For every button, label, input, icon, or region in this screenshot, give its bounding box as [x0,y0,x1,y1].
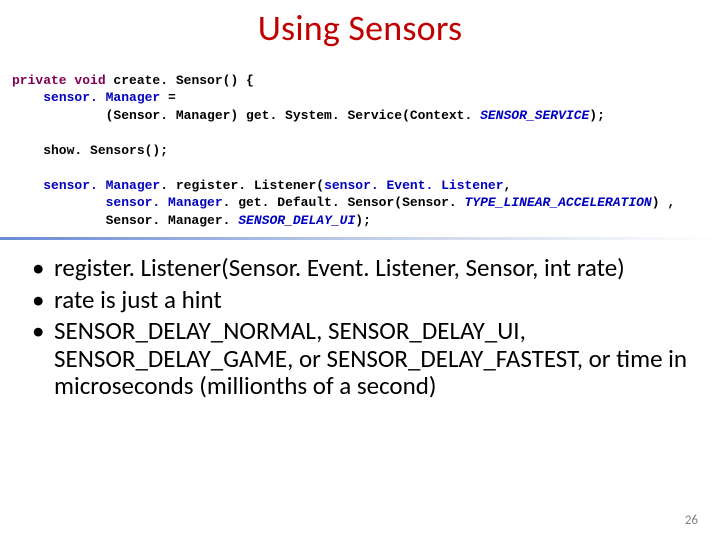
field-ref: sensor. Manager [43,90,160,105]
bullet-text: SENSOR_DELAY_NORMAL, SENSOR_DELAY_UI, SE… [54,317,702,400]
slide-title: Using Sensors [0,6,720,50]
slide: Using Sensors private void create. Senso… [0,6,720,540]
code-line-3: (Sensor. Manager) get. System. Service(C… [12,108,605,123]
code-text: Sensor. Manager. [12,213,238,228]
bullet-item: • register. Listener(Sensor. Event. List… [58,254,702,282]
code-text [12,178,43,193]
code-text: (Sensor. Manager) get. System. Service(C… [12,108,480,123]
keyword: private void [12,73,106,88]
bullet-dot-icon: • [32,317,54,400]
bullet-text: register. Listener(Sensor. Event. Listen… [54,254,702,282]
code-text: create. Sensor() { [106,73,254,88]
code-block: private void create. Sensor() { sensor. … [0,52,720,235]
code-line-5: show. Sensors(); [12,143,168,158]
code-text: , [504,178,512,193]
bullet-item: • rate is just a hint [58,286,702,314]
code-text [12,90,43,105]
code-line-1: private void create. Sensor() { [12,73,254,88]
code-text: . register. Listener( [160,178,324,193]
code-text: ); [355,213,371,228]
code-text: = [160,90,176,105]
bullet-dot-icon: • [32,254,54,282]
field-ref: sensor. Manager [43,178,160,193]
field-ref: sensor. Manager [106,195,223,210]
code-line-2: sensor. Manager = [12,90,176,105]
page-number: 26 [685,513,698,528]
divider [0,237,720,240]
bullet-text: rate is just a hint [54,286,702,314]
code-text: show. Sensors(); [12,143,168,158]
code-text [12,195,106,210]
code-line-8: sensor. Manager. get. Default. Sensor(Se… [12,195,675,210]
bullet-item: • SENSOR_DELAY_NORMAL, SENSOR_DELAY_UI, … [58,317,702,400]
code-line-7: sensor. Manager. register. Listener(sens… [12,178,511,193]
code-text: . get. Default. Sensor(Sensor. [223,195,465,210]
constant: TYPE_LINEAR_ACCELERATION [465,195,652,210]
code-text: ); [589,108,605,123]
code-line-9: Sensor. Manager. SENSOR_DELAY_UI); [12,213,371,228]
constant: SENSOR_SERVICE [480,108,589,123]
code-text: ) , [652,195,675,210]
bullet-dot-icon: • [32,286,54,314]
constant: SENSOR_DELAY_UI [238,213,355,228]
bullet-list: • register. Listener(Sensor. Event. List… [0,254,720,400]
field-ref: sensor. Event. Listener [324,178,503,193]
